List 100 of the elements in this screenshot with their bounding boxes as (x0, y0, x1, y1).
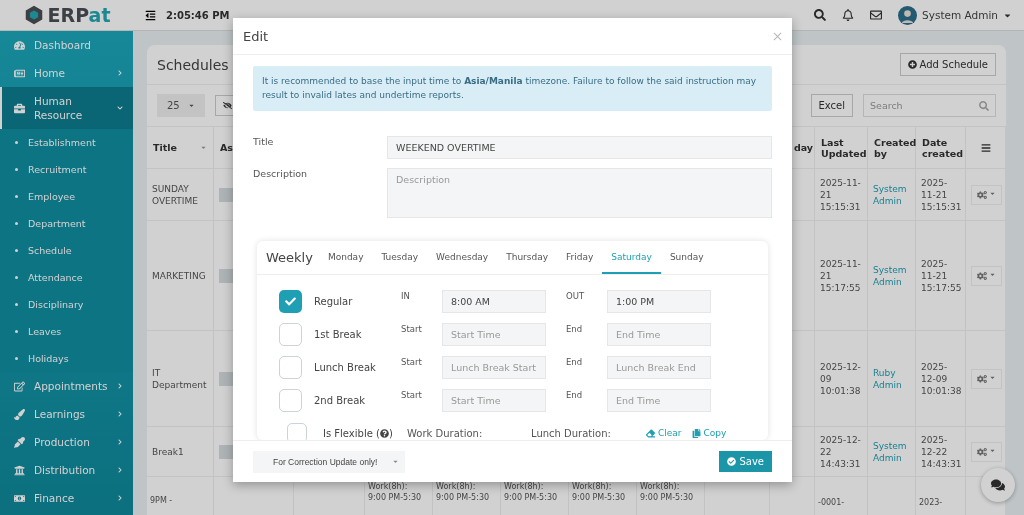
submenu-item[interactable]: Employee (0, 183, 133, 210)
work-duration: Work Duration: (407, 427, 484, 439)
work-label: Work(8h): (572, 481, 612, 492)
copy-icon (691, 428, 701, 438)
sidebar-item[interactable]: Finance (0, 484, 133, 512)
copy-link[interactable]: Copy (691, 428, 727, 438)
bell-icon[interactable] (842, 9, 855, 21)
column-header[interactable]: Date created (922, 136, 963, 159)
field-label: IN (401, 290, 411, 301)
table-cell: Break1 (152, 445, 184, 458)
day-tab[interactable]: Wednesday (427, 252, 498, 274)
submenu-item[interactable]: Leaves (0, 318, 133, 345)
table-cell: 2025-12-22 14:43:31 (820, 433, 862, 470)
time-field[interactable]: Start Time (442, 389, 546, 412)
creator-link[interactable]: System Admin (873, 439, 910, 464)
assigned-badge (219, 268, 233, 283)
table-cell: IT Department (152, 366, 208, 391)
column-header[interactable]: Created by (874, 136, 917, 159)
help-icon[interactable] (379, 428, 389, 438)
submenu-item[interactable]: Holidays (0, 345, 133, 372)
submenu-item[interactable]: Recruitment (0, 156, 133, 183)
caret-icon (187, 102, 195, 109)
search-field[interactable]: Search (863, 94, 996, 117)
assigned-badge (219, 187, 233, 202)
chat-button[interactable] (981, 468, 1015, 502)
checkbox[interactable] (279, 389, 302, 412)
page-size-select[interactable]: 25 (157, 94, 205, 117)
title-field[interactable]: WEEKEND OVERTIME (387, 136, 772, 159)
checkbox[interactable] (279, 290, 302, 313)
description-field[interactable]: Description (387, 168, 772, 218)
clear-link[interactable]: Clear (646, 428, 682, 438)
update-type-select[interactable]: For Correction Update only! (253, 450, 405, 473)
creator-link[interactable]: System Admin (873, 182, 910, 207)
search-icon[interactable] (814, 9, 827, 21)
table-cell-text: 9PM - (150, 495, 173, 506)
checkbox[interactable] (279, 323, 302, 346)
submenu-item[interactable]: Attendance (0, 264, 133, 291)
assigned-badge (219, 444, 233, 459)
day-tab[interactable]: Saturday (602, 252, 661, 274)
sidebar-item[interactable]: Appointments (0, 372, 133, 400)
actions-button[interactable] (971, 265, 1002, 286)
day-tab[interactable]: Tuesday (372, 252, 428, 274)
assigned-badge (219, 371, 233, 386)
field-label: OUT (565, 290, 586, 301)
field-label: Start (401, 356, 423, 367)
column-header[interactable]: As (220, 142, 233, 153)
work-time: 9:00 PM-5:30 (368, 492, 422, 503)
eye-slash-icon (222, 101, 232, 110)
add-schedule-button[interactable]: Add Schedule (899, 53, 996, 76)
avatar[interactable] (898, 5, 918, 25)
sidebar-item[interactable]: Human Resource (0, 87, 133, 129)
time-field[interactable]: Start Time (442, 323, 546, 346)
sidebar-item[interactable]: Dashboard (0, 31, 133, 59)
caret-icon (392, 458, 399, 465)
sort-icon[interactable] (200, 144, 207, 151)
mail-icon[interactable] (870, 9, 883, 21)
time-field[interactable]: End Time (607, 323, 711, 346)
submenu-item[interactable]: Schedule (0, 237, 133, 264)
sidebar-item[interactable]: Production (0, 428, 133, 456)
check-icon (285, 296, 296, 307)
submenu-item[interactable]: Department (0, 210, 133, 237)
submenu-item[interactable]: Establishment (0, 129, 133, 156)
time-field[interactable]: Lunch Break End (607, 356, 711, 379)
sidebar-item[interactable]: Distribution (0, 456, 133, 484)
time-field[interactable]: 8:00 AM (442, 290, 546, 313)
day-tab[interactable]: Friday (557, 252, 603, 274)
table-cell: 2025-12-22 14:43:31 (921, 433, 962, 470)
brand-logo[interactable]: ERPat (0, 0, 133, 31)
day-tab[interactable]: Thursday (497, 252, 558, 274)
day-tab[interactable]: Monday (318, 252, 373, 274)
column-header[interactable]: Last Updated (821, 136, 867, 159)
column-header[interactable]: Title (153, 142, 177, 153)
save-button[interactable]: Save (719, 451, 772, 472)
work-time: 9:00 PM-5:30 (640, 492, 694, 503)
dialog-title: Edit (243, 28, 269, 44)
time-field[interactable]: 1:00 PM (607, 290, 711, 313)
actions-button[interactable] (971, 184, 1002, 205)
gears-icon (977, 373, 987, 384)
row-label: 1st Break (314, 329, 363, 340)
creator-link[interactable]: System Admin (873, 263, 910, 288)
excel-button[interactable]: Excel (810, 94, 853, 117)
row-label: Regular (314, 296, 354, 307)
checkbox[interactable] (287, 423, 307, 440)
user-menu[interactable]: System Admin (922, 9, 998, 21)
sidebar-item[interactable]: Home (0, 59, 133, 87)
table-cell-text: 2023- (919, 497, 943, 508)
actions-button[interactable] (971, 368, 1002, 389)
actions-button[interactable] (971, 441, 1002, 462)
time-field[interactable]: End Time (607, 389, 711, 412)
sidebar-item[interactable]: Learnings (0, 400, 133, 428)
table-cell: 2025-11-21 15:17:55 (921, 257, 962, 294)
table-cell: 2025-12-09 10:01:38 (921, 360, 962, 397)
submenu-item[interactable]: Disciplinary (0, 291, 133, 318)
column-header[interactable]: day (793, 142, 813, 153)
checkbox[interactable] (279, 356, 302, 379)
sidebar-toggle-icon[interactable] (145, 9, 156, 21)
time-field[interactable]: Lunch Break Start (442, 356, 546, 379)
creator-link[interactable]: Ruby Admin (873, 366, 910, 391)
timezone-notice: It is recommended to base the input time to Asia/Manila timezone. Failure to follow the said instruction may result to invalid lates and undertime reports. (253, 66, 772, 111)
day-tab[interactable]: Sunday (660, 252, 713, 274)
